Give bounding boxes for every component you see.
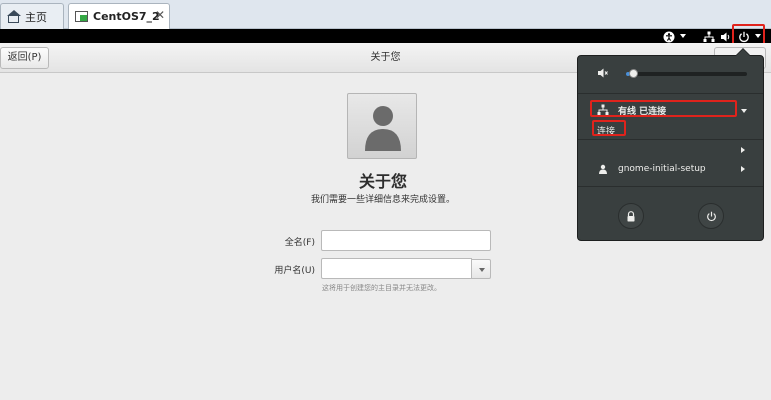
menu-divider bbox=[578, 139, 763, 140]
fullname-input[interactable] bbox=[321, 230, 491, 251]
menu-divider bbox=[578, 93, 763, 94]
username-dropdown-button[interactable] bbox=[471, 259, 491, 279]
volume-muted-icon bbox=[598, 68, 608, 78]
user-icon bbox=[599, 164, 607, 174]
home-icon bbox=[7, 9, 21, 24]
username-label: 用户名(U) bbox=[274, 266, 315, 276]
tab-home[interactable]: 主页 bbox=[0, 3, 64, 29]
username-input[interactable] bbox=[321, 258, 472, 279]
host-tab-bar: 主页 CentOS7_2 ✕ bbox=[0, 0, 771, 29]
lock-icon bbox=[627, 210, 635, 221]
close-icon[interactable]: ✕ bbox=[155, 8, 165, 22]
highlight-power-button bbox=[732, 24, 765, 45]
system-menu: 有线 已连接 连接 gnome-initial-setup bbox=[577, 48, 764, 241]
tab-home-label: 主页 bbox=[25, 10, 47, 24]
chevron-right-icon bbox=[741, 147, 745, 153]
fullname-label: 全名(F) bbox=[284, 238, 315, 248]
vm-icon bbox=[75, 10, 89, 24]
accessibility-chevron-down-icon bbox=[680, 34, 686, 38]
volume-slider[interactable] bbox=[626, 69, 747, 78]
chevron-down-icon bbox=[479, 268, 485, 272]
chevron-down-icon bbox=[741, 109, 747, 113]
volume-slider-handle[interactable] bbox=[629, 69, 638, 78]
menu-divider bbox=[578, 186, 763, 187]
highlight-network-item bbox=[590, 100, 737, 117]
tab-centos[interactable]: CentOS7_2 ✕ bbox=[68, 3, 170, 29]
avatar[interactable] bbox=[347, 93, 417, 159]
power-icon bbox=[706, 211, 716, 221]
accessibility-icon[interactable] bbox=[663, 30, 675, 44]
user-silhouette-icon bbox=[365, 106, 401, 151]
user-name-label: gnome-initial-setup bbox=[618, 164, 706, 174]
username-hint: 这将用于创建您的主目录并无法更改。 bbox=[322, 284, 441, 292]
lock-button[interactable] bbox=[618, 203, 644, 229]
network-wired-icon[interactable] bbox=[703, 30, 715, 44]
tab-centos-label: CentOS7_2 bbox=[93, 10, 160, 23]
chevron-right-icon bbox=[741, 166, 745, 172]
highlight-connect-item bbox=[592, 120, 626, 136]
gnome-top-bar bbox=[0, 29, 771, 43]
volume-icon[interactable] bbox=[720, 30, 732, 44]
power-off-button[interactable] bbox=[698, 203, 724, 229]
